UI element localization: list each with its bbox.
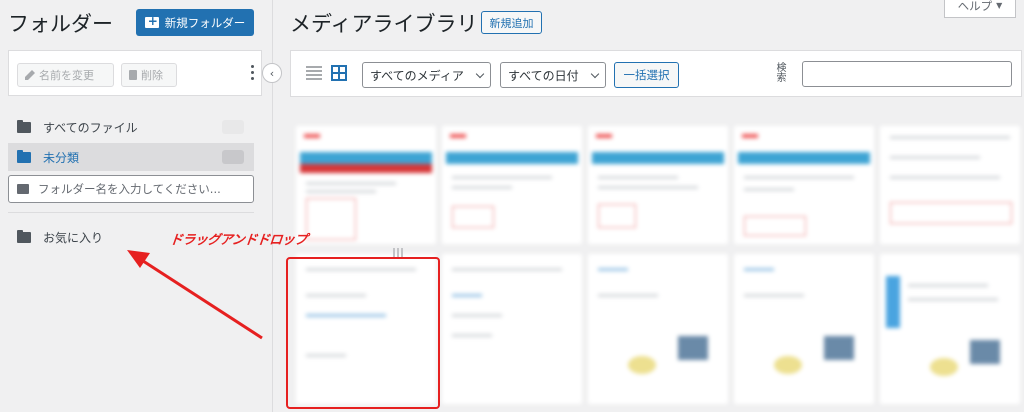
add-new-button[interactable]: 新規追加 <box>481 11 542 34</box>
media-thumbnail[interactable] <box>588 126 728 244</box>
folder-sidebar: フォルダー 新規フォルダー 名前を変更 削除 すべてのファイル 未分類 フォルダ… <box>0 0 273 412</box>
help-tab[interactable]: ヘルプ ▼ <box>944 0 1016 18</box>
delete-label: 削除 <box>141 69 163 82</box>
media-filter-bar: すべてのメディア すべての日付 一括選択 検索 <box>290 50 1022 97</box>
folder-icon <box>17 149 31 163</box>
media-thumbnail[interactable] <box>588 254 728 404</box>
folder-label: すべてのファイル <box>43 120 138 135</box>
folder-search-placeholder: フォルダー名を入力してください... <box>38 182 221 196</box>
dragged-item-highlight <box>286 257 440 409</box>
new-folder-label: 新規フォルダー <box>164 15 246 30</box>
list-view-icon[interactable] <box>306 66 322 82</box>
folder-item-all-files[interactable]: すべてのファイル <box>8 113 254 141</box>
folder-toolbar: 名前を変更 削除 <box>8 50 262 96</box>
more-options-icon[interactable] <box>249 65 255 80</box>
media-type-select[interactable]: すべてのメディア <box>362 62 491 88</box>
folder-search-input[interactable]: フォルダー名を入力してください... <box>8 175 254 203</box>
media-thumbnail[interactable] <box>880 126 1020 244</box>
folder-icon <box>17 119 31 133</box>
media-thumbnail[interactable] <box>296 126 436 244</box>
bulk-select-button[interactable]: 一括選択 <box>614 62 679 88</box>
folder-icon <box>17 229 31 243</box>
grid-view-icon[interactable] <box>331 65 347 81</box>
sidebar-title: フォルダー <box>8 12 113 36</box>
folder-plus-icon <box>144 14 159 28</box>
help-label: ヘルプ <box>957 0 993 13</box>
drag-and-drop-annotation: ドラッグアンドドロップ <box>169 233 308 248</box>
search-label: 検索 <box>774 62 785 82</box>
date-select[interactable]: すべての日付 <box>500 62 606 88</box>
chevron-left-icon: ‹ <box>269 66 275 80</box>
rename-label: 名前を変更 <box>39 69 94 82</box>
chevron-down-icon: ▼ <box>996 1 1003 10</box>
page-title: メディアライブラリ <box>290 12 478 36</box>
collapse-sidebar-button[interactable]: ‹ <box>262 63 282 83</box>
new-folder-button[interactable]: 新規フォルダー <box>136 9 254 36</box>
media-thumbnail[interactable] <box>734 254 874 404</box>
delete-button[interactable]: 削除 <box>121 63 177 87</box>
folder-search-icon <box>17 184 29 194</box>
rename-button[interactable]: 名前を変更 <box>17 63 114 87</box>
media-thumbnail[interactable] <box>734 126 874 244</box>
sidebar-divider <box>8 212 254 213</box>
folder-label: お気に入り <box>43 230 104 245</box>
folder-label: 未分類 <box>43 150 80 165</box>
trash-icon <box>129 70 137 80</box>
folder-item-uncategorized[interactable]: 未分類 <box>8 143 254 171</box>
media-thumbnail[interactable] <box>442 254 582 404</box>
media-thumbnail[interactable] <box>880 254 1020 404</box>
folder-count-badge <box>222 150 244 164</box>
media-search-input[interactable] <box>802 61 1012 87</box>
folder-count-badge <box>222 120 244 134</box>
media-thumbnail[interactable] <box>442 126 582 244</box>
pencil-icon <box>25 70 35 80</box>
